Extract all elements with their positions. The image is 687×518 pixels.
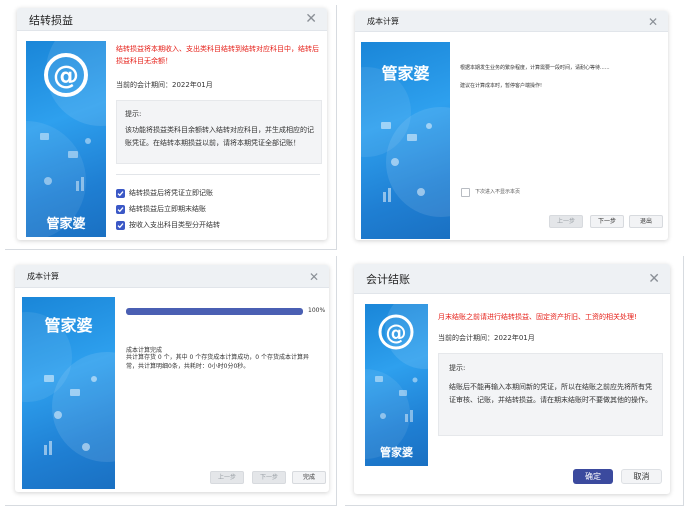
dialog-header: 成本计算 ✕ [355,11,668,32]
period-row: 当前的会计期间：2022年01月 [116,80,213,90]
next-button[interactable]: 下一步 [590,215,624,228]
advice-text: 建议在计算成本时，暂停客户端操作! [460,83,543,89]
divider [116,174,320,175]
dialog-header: 结转损益 ✕ [17,8,327,31]
option-row-0[interactable]: 结转损益后将凭证立即记账 [116,188,316,199]
progress-percent: 100% [308,307,326,314]
period-label: 当前的会计期间： [438,334,494,342]
brand-banner: 管家婆 [22,297,115,489]
tip-box: 提示: 该功能将损益类科目余额转入结转对应科目，并生成相应的记账凭证。在结转本期… [116,100,322,164]
description-text: 根据本期发生业务的繁杂程度，计算需要一段时间，请耐心等待...... [460,65,610,71]
progress-fill [126,308,303,315]
dialog-cost-calc-intro: 成本计算 ✕ 管家婆 根据本期发生业务的繁杂程度，计算需要一段时间，请耐心等待.… [355,11,668,240]
option-row-1[interactable]: 结转损益后立即期末结账 [116,204,316,215]
period-label: 当前的会计期间： [116,81,172,89]
dialog-title: 成本计算 [367,17,399,26]
brand-banner: @ 管家婆 [26,41,106,237]
dialog-title: 结转损益 [29,14,73,27]
skip-row[interactable]: 下次进入不显示本页 [461,187,581,197]
svg-text:@: @ [386,321,407,345]
brand-logo-text: 管家婆 [44,316,93,335]
checkbox-checked[interactable] [116,205,125,214]
warning-text: 月末结账之前请进行结转损益、固定资产折旧、工资的相关处理! [438,313,637,321]
checkbox-checked[interactable] [116,189,125,198]
tip-title: 提示: [125,110,142,118]
dialog-period-close: 会计结账 ✕ @ 管家婆 月末结账之前请进行结转损益、固定资产折旧、工资的相关处… [354,264,670,494]
brand-logo-text: 管家婆 [380,446,413,459]
period-value: 2022年01月 [172,81,213,89]
prev-button[interactable]: 上一步 [210,471,244,484]
close-icon[interactable]: ✕ [309,270,319,284]
dialog-header: 成本计算 ✕ [15,265,329,288]
checkbox-unchecked[interactable] [461,188,470,197]
option-label: 按收入支出科目类型分开结转 [129,221,220,229]
tip-box: 提示: 结账后不能再输入本期间新的凭证，所以在结账之前应先将所有凭证审核、记账，… [438,353,663,436]
tip-text: 该功能将损益类科目余额转入结转对应科目，并生成相应的记账凭证。在结转本期损益以前… [125,126,314,147]
close-icon[interactable]: ✕ [648,272,660,286]
prev-button[interactable]: 上一步 [549,215,583,228]
dialog-cost-calc-progress: 成本计算 ✕ 管家婆 100% 成本计算完成 共计算存货 0 个，其中 0 个存… [15,265,329,492]
brand-logo-text: 管家婆 [46,217,86,232]
brand-logo-text: 管家婆 [381,64,430,83]
finish-button[interactable]: 完成 [292,471,326,484]
exit-button[interactable]: 退出 [629,215,663,228]
skip-label: 下次进入不显示本页 [475,189,521,195]
period-value: 2022年01月 [494,334,535,342]
brand-banner: 管家婆 [361,42,450,239]
tip-title: 提示: [449,364,466,372]
period-row: 当前的会计期间：2022年01月 [438,333,535,343]
tip-text: 结账后不能再输入本期间新的凭证，所以在结账之前应先将所有凭证审核、记账，并结转损… [449,383,652,404]
close-icon[interactable]: ✕ [305,12,317,26]
svg-text:@: @ [53,61,79,91]
confirm-button[interactable]: 确定 [573,469,613,484]
brand-banner: @ 管家婆 [365,304,428,466]
close-icon[interactable]: ✕ [648,15,658,29]
next-button[interactable]: 下一步 [252,471,286,484]
banner-art: @ [365,304,428,459]
dialog-profit-loss-transfer: 结转损益 ✕ @ 管家婆 结转损益将本期收入、支出类科目结转到结转对应科目中，结… [17,8,327,240]
checkbox-checked[interactable] [116,221,125,230]
option-row-2[interactable]: 按收入支出科目类型分开结转 [116,220,316,231]
cancel-button[interactable]: 取消 [621,469,662,484]
dialog-title: 成本计算 [27,272,59,281]
warning-text: 结转损益将本期收入、支出类科目结转到结转对应科目中，结转后损益科目无余额！ [116,45,319,65]
progress-bar [126,308,303,315]
option-label: 结转损益后将凭证立即记账 [129,189,213,197]
dialog-title: 会计结账 [366,273,410,286]
dialog-header: 会计结账 ✕ [354,264,670,294]
banner-art: @ [26,41,106,237]
option-label: 结转损益后立即期末结账 [129,205,206,213]
result-text: 共计算存货 0 个，其中 0 个存货成本计算成功，0 个存货成本计算异常，共计算… [126,354,309,370]
